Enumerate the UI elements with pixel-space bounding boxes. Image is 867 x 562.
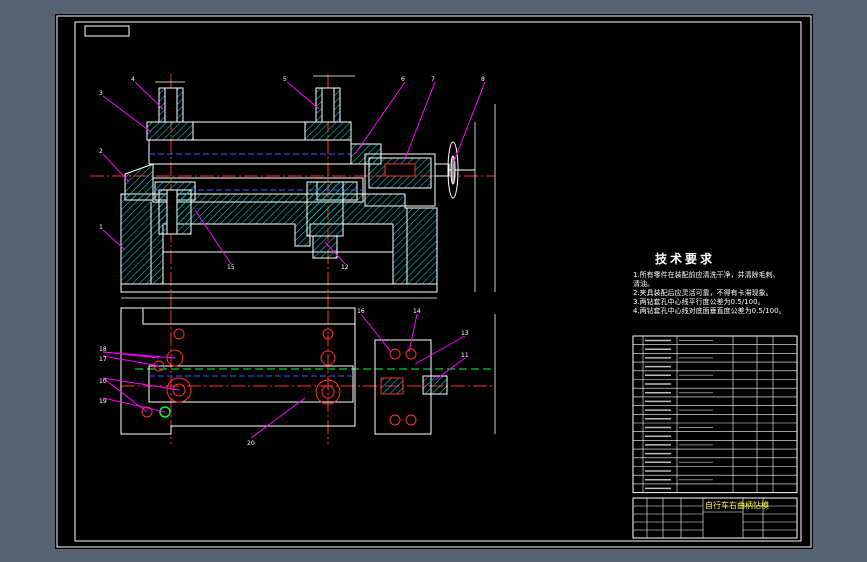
plan-view (102, 307, 496, 444)
plan-balloon: 18 (99, 346, 107, 353)
front-balloon: 15 (227, 264, 235, 271)
plan-balloon: 14 (413, 308, 421, 315)
bom-table (632, 335, 798, 494)
front-balloon: 2 (99, 148, 103, 155)
front-balloon: 5 (283, 76, 287, 83)
cad-viewport[interactable]: 4 5 6 7 8 3 2 1 15 12 16 14 18 17 10 13 11 19 20 技术要求 1.所有… (0, 0, 867, 562)
plan-balloon: 17 (99, 356, 107, 363)
plan-balloon: 10 (99, 378, 107, 385)
front-balloon: 12 (341, 264, 349, 271)
front-view (90, 74, 496, 314)
tech-requirements-heading: 技术要求 (655, 252, 716, 266)
front-balloon: 4 (131, 76, 135, 83)
front-balloon: 3 (99, 90, 103, 97)
front-balloon: 8 (481, 76, 485, 83)
tech-req-line-1: 1.所有零件在装配前应清洗干净，并清除毛刺、 (633, 271, 780, 279)
plan-balloon: 11 (461, 352, 469, 359)
tech-req-line-5: 4.两钻套孔中心线对底面垂直度公差为0.5/100。 (633, 307, 786, 315)
tech-req-line-2: 清油。 (633, 280, 654, 288)
tech-req-line-3: 2.夹具装配后应灵活可靠，不得有卡滞现象。 (633, 289, 773, 297)
tech-req-line-4: 3.两钻套孔中心线平行度公差为0.5/100。 (633, 298, 765, 306)
title-block-name: 自行车右曲柄钻模 (705, 501, 769, 510)
plan-balloon: 16 (357, 308, 365, 315)
drawing-sheet[interactable]: 4 5 6 7 8 3 2 1 15 12 16 14 18 17 10 13 11 19 20 技术要求 1.所有… (55, 14, 813, 549)
front-balloon: 7 (431, 76, 435, 83)
plan-balloon: 20 (247, 440, 255, 447)
front-balloon: 1 (99, 224, 103, 231)
plan-balloon: 19 (99, 398, 107, 405)
plan-balloon: 13 (461, 330, 469, 337)
corner-tag-box (84, 25, 130, 37)
tech-requirements: 技术要求 1.所有零件在装配前应清洗干净，并清除毛刺、 清油。 2.夹具装配后应… (633, 250, 813, 316)
front-balloon: 6 (401, 76, 405, 83)
